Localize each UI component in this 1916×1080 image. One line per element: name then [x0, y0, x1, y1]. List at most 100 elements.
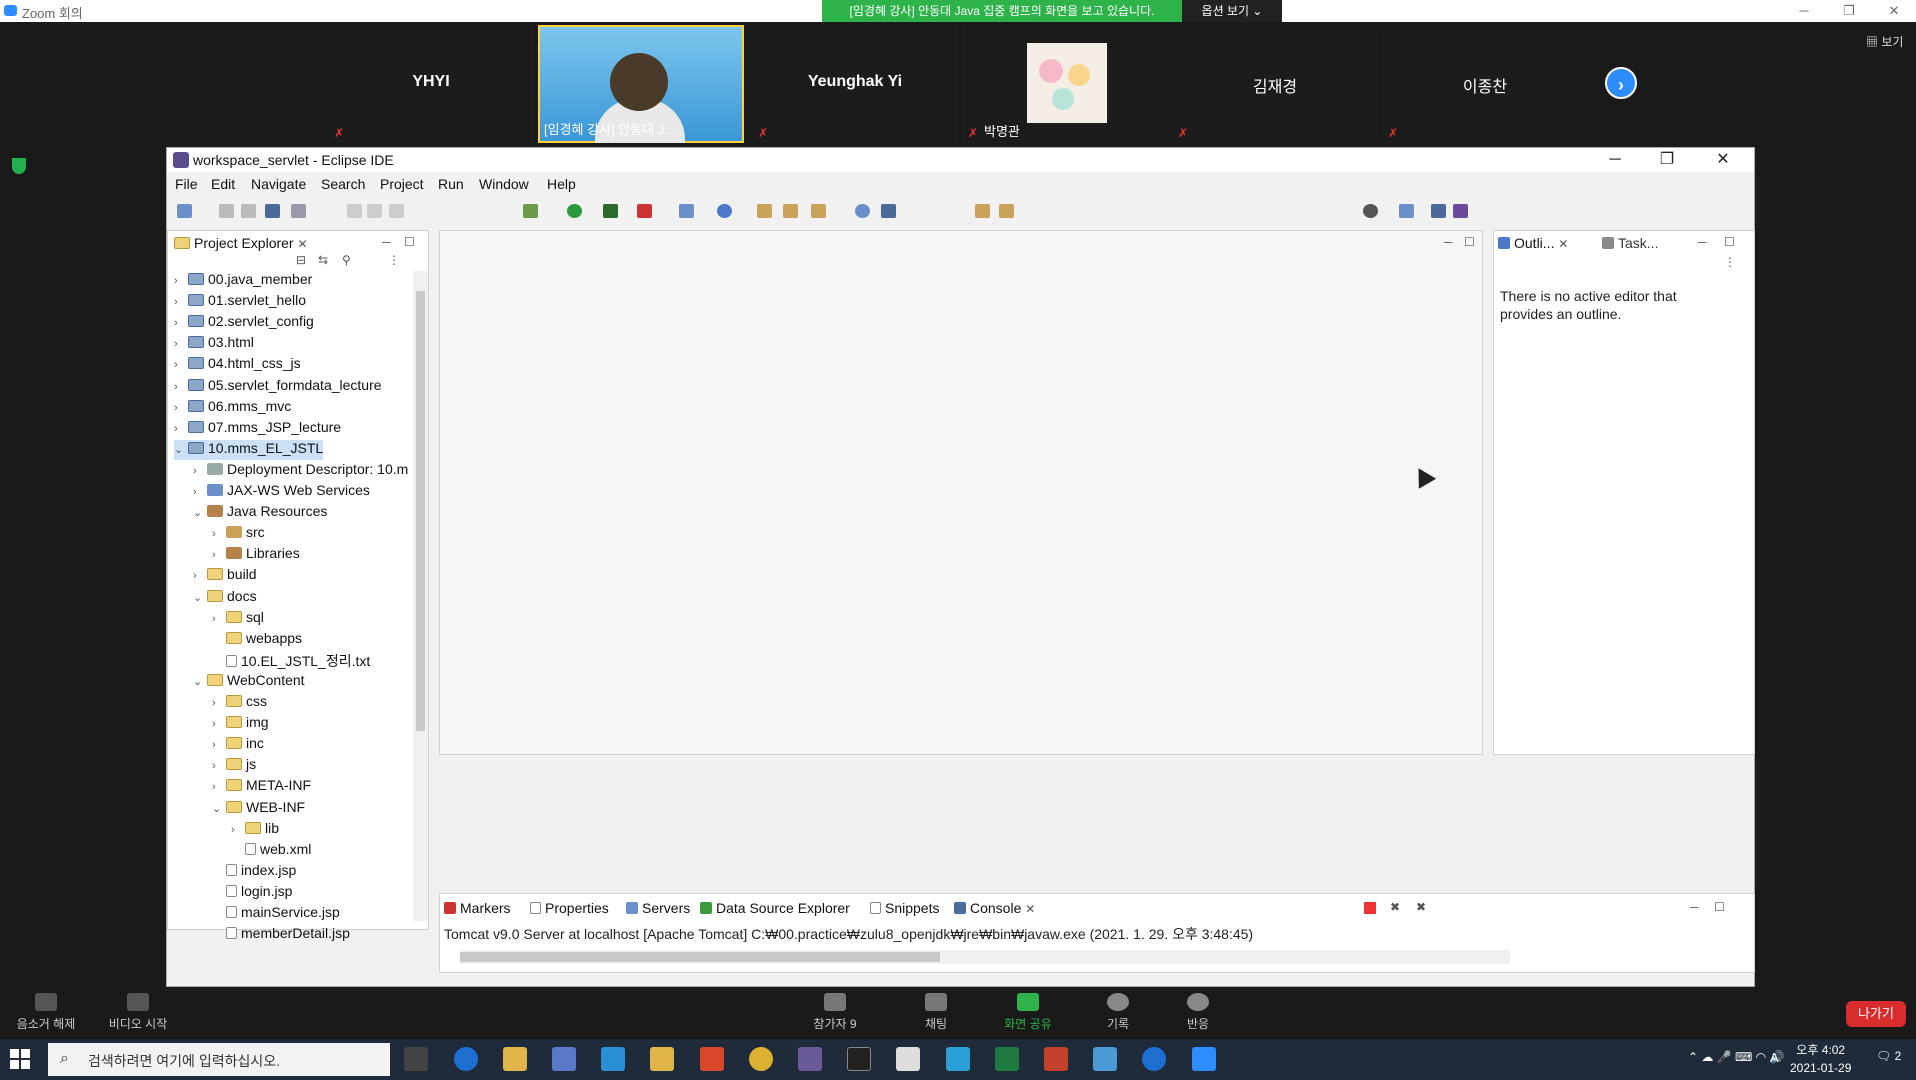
office-icon[interactable]	[700, 1047, 724, 1071]
view-menu-icon[interactable]: ⋮	[1724, 255, 1736, 269]
tree-item[interactable]: › 06.mms_mvc	[174, 398, 291, 418]
chevron-right-icon[interactable]: ›	[212, 613, 226, 625]
participant-tile[interactable]: 이종찬 ✗	[1382, 25, 1588, 143]
coverage-icon[interactable]	[603, 204, 618, 218]
tab-project-explorer[interactable]: Project Explorer ✕	[174, 235, 308, 251]
filter-icon[interactable]: ⚲	[342, 253, 351, 267]
maximize-editor-icon[interactable]: ☐	[1464, 235, 1475, 249]
chevron-down-icon[interactable]: ⌄	[174, 443, 188, 456]
tree-item[interactable]: web.xml	[231, 841, 311, 861]
save-all-icon[interactable]	[241, 204, 256, 218]
tab-markers[interactable]: Markers	[444, 900, 511, 916]
tree-item[interactable]: ⌄ 10.mms_EL_JSTL	[174, 439, 324, 460]
close-tab-icon[interactable]: ✕	[1558, 237, 1568, 251]
remove-all-icon[interactable]: ✖	[1416, 900, 1426, 914]
tree-item[interactable]: › css	[212, 693, 267, 713]
minimize-editor-icon[interactable]: ─	[1444, 235, 1453, 249]
tree-item[interactable]: ⌄ WebContent	[193, 672, 305, 692]
tree-item[interactable]: › 04.html_css_js	[174, 355, 301, 375]
chevron-down-icon[interactable]: ⌄	[193, 506, 207, 519]
menu-help[interactable]: Help	[547, 176, 576, 192]
chevron-right-icon[interactable]: ›	[174, 359, 188, 371]
reactions-button[interactable]: 반응	[1168, 993, 1228, 1032]
sticky-notes-icon[interactable]	[1093, 1047, 1117, 1071]
chevron-right-icon[interactable]: ›	[231, 824, 245, 836]
open-type-icon[interactable]	[757, 204, 772, 218]
maximize-view-icon[interactable]: ☐	[1714, 900, 1725, 914]
tab-servers[interactable]: Servers	[626, 900, 690, 916]
chevron-down-icon[interactable]: ⌄	[193, 675, 207, 688]
tree-item[interactable]: › js	[212, 756, 256, 776]
file-explorer-icon[interactable]	[503, 1047, 527, 1071]
tree-item[interactable]: › 03.html	[174, 334, 254, 354]
minimize-view-icon[interactable]: ─	[1690, 900, 1699, 914]
zoom-taskbar-icon[interactable]	[1192, 1047, 1216, 1071]
chevron-right-icon[interactable]: ›	[174, 381, 188, 393]
close-icon[interactable]: ✕	[1698, 148, 1748, 172]
terminate-icon[interactable]	[389, 204, 404, 218]
minimize-icon[interactable]: ─	[1590, 148, 1640, 172]
new-server-icon[interactable]	[679, 204, 694, 218]
tree-item[interactable]: › build	[193, 566, 257, 586]
chevron-down-icon[interactable]: ⌄	[193, 591, 207, 604]
tab-snippets[interactable]: Snippets	[870, 900, 939, 916]
chevron-down-icon[interactable]: ⌄	[212, 802, 226, 815]
close-tab-icon[interactable]: ✕	[297, 237, 307, 251]
restore-icon[interactable]: ❐	[1642, 148, 1692, 172]
tree-item[interactable]: › sql	[212, 609, 264, 629]
collapse-all-icon[interactable]: ⊟	[296, 253, 306, 267]
taskbar-clock[interactable]: 오후 4:02 2021-01-29	[1790, 1041, 1851, 1077]
tree-item[interactable]: ⌄ docs	[193, 588, 257, 608]
suspend-icon[interactable]	[367, 204, 382, 218]
back-icon[interactable]	[975, 204, 990, 218]
web-browser-icon[interactable]	[855, 204, 870, 218]
participant-tile[interactable]: ✗ 박명관	[962, 25, 1168, 143]
tree-scrollbar[interactable]	[413, 271, 428, 921]
ime-indicator[interactable]: A	[1770, 1050, 1779, 1065]
tree-item[interactable]: › 02.servlet_config	[174, 313, 314, 333]
git-icon[interactable]	[650, 1047, 674, 1071]
app-icon[interactable]	[946, 1047, 970, 1071]
tree-item[interactable]: index.jsp	[212, 862, 296, 882]
chevron-right-icon[interactable]: ›	[174, 275, 188, 287]
tree-item[interactable]: › Libraries	[212, 545, 300, 565]
tree-item[interactable]: 10.EL_JSTL_정리.txt	[212, 651, 370, 671]
menu-project[interactable]: Project	[380, 176, 424, 192]
tree-item[interactable]: › src	[212, 524, 265, 544]
minimize-view-icon[interactable]: ─	[1698, 235, 1707, 249]
new-icon[interactable]	[177, 204, 192, 218]
chrome-icon[interactable]	[749, 1047, 773, 1071]
tree-item[interactable]: memberDetail.jsp	[212, 925, 350, 945]
tree-item[interactable]: ⌄ WEB-INF	[212, 799, 305, 819]
taskbar-search-box[interactable]: ⌕ 검색하려면 여기에 입력하십시오.	[48, 1043, 390, 1076]
excel-icon[interactable]	[995, 1047, 1019, 1071]
participant-tile-active[interactable]: [임경혜 강사] 안동대 J...	[538, 25, 744, 143]
tree-item[interactable]: › 01.servlet_hello	[174, 292, 306, 312]
menu-search[interactable]: Search	[321, 176, 365, 192]
debug-icon[interactable]	[523, 204, 538, 218]
windows-start-icon[interactable]	[10, 1049, 32, 1069]
external-tools-icon[interactable]	[637, 204, 652, 218]
store-icon[interactable]	[552, 1047, 576, 1071]
leave-button[interactable]: 나가기	[1846, 1001, 1906, 1027]
tree-item[interactable]: › 05.servlet_formdata_lecture	[174, 377, 382, 397]
forward-icon[interactable]	[999, 204, 1014, 218]
console-hscrollbar[interactable]	[460, 950, 1510, 964]
chevron-right-icon[interactable]: ›	[174, 317, 188, 329]
chevron-right-icon[interactable]: ›	[174, 423, 188, 435]
editor-area[interactable]: ─ ☐	[439, 230, 1483, 755]
tab-outline[interactable]: Outli... ✕	[1498, 235, 1568, 251]
menu-navigate[interactable]: Navigate	[251, 176, 306, 192]
tree-item[interactable]: ⌄ Java Resources	[193, 503, 327, 523]
share-screen-button[interactable]: 화면 공유	[990, 993, 1066, 1032]
tree-item[interactable]: › JAX-WS Web Services	[193, 482, 370, 502]
chat-button[interactable]: 채팅	[906, 993, 966, 1032]
internet-explorer-icon[interactable]	[1142, 1047, 1166, 1071]
chevron-right-icon[interactable]: ›	[212, 697, 226, 709]
tab-console[interactable]: Console ✕	[954, 900, 1035, 916]
tree-scroll-thumb[interactable]	[416, 291, 425, 731]
chevron-right-icon[interactable]: ›	[193, 465, 207, 477]
tree-item[interactable]: mainService.jsp	[212, 904, 340, 924]
tab-properties[interactable]: Properties	[530, 900, 609, 916]
new-java-class-icon[interactable]	[717, 204, 732, 218]
